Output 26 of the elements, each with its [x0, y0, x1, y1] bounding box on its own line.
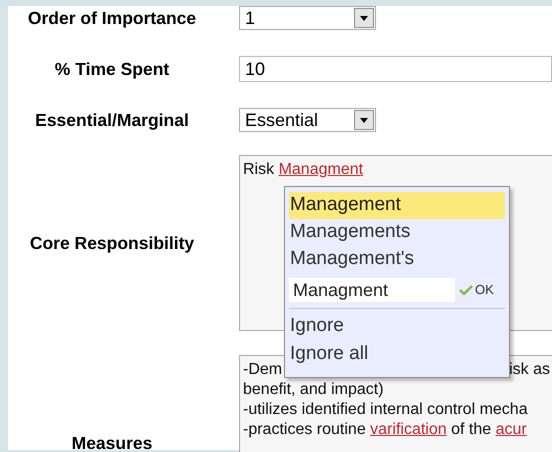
misspelled-word[interactable]: varification	[370, 421, 447, 438]
body-text: -utilizes identified internal control mecha	[243, 401, 528, 418]
body-text: -practices routine varification of the acur	[243, 421, 527, 438]
suggestion-item[interactable]: Management's	[289, 246, 505, 273]
misspelled-word[interactable]: Managment	[278, 161, 364, 178]
caret-icon	[354, 8, 374, 28]
body-text: isk as	[509, 361, 550, 378]
field-label: Order of Importance	[28, 6, 196, 30]
body-text: benefit, and impact)	[243, 381, 384, 398]
field-label: Essential/Marginal	[35, 108, 189, 132]
menu-item[interactable]: Ignore	[289, 312, 505, 340]
ok-button[interactable]: OK	[459, 280, 494, 300]
input-field[interactable]: 10	[239, 56, 552, 82]
input-field[interactable]: Managment	[289, 278, 455, 302]
body-text: -Dem	[243, 361, 282, 378]
suggestion-item[interactable]: Management	[289, 192, 505, 219]
dropdown[interactable]: 1	[239, 6, 376, 30]
dropdown[interactable]: Essential	[239, 108, 376, 132]
field-label: Core Responsibility	[30, 232, 194, 255]
checkmark-icon	[459, 285, 473, 295]
suggestion-item[interactable]: Managements	[289, 219, 505, 246]
field-label: Measures	[72, 432, 152, 452]
misspelled-word[interactable]: acur	[496, 421, 527, 438]
field-label: % Time Spent	[54, 58, 170, 81]
body-text: Risk Managment	[243, 161, 364, 178]
caret-icon	[354, 110, 374, 130]
